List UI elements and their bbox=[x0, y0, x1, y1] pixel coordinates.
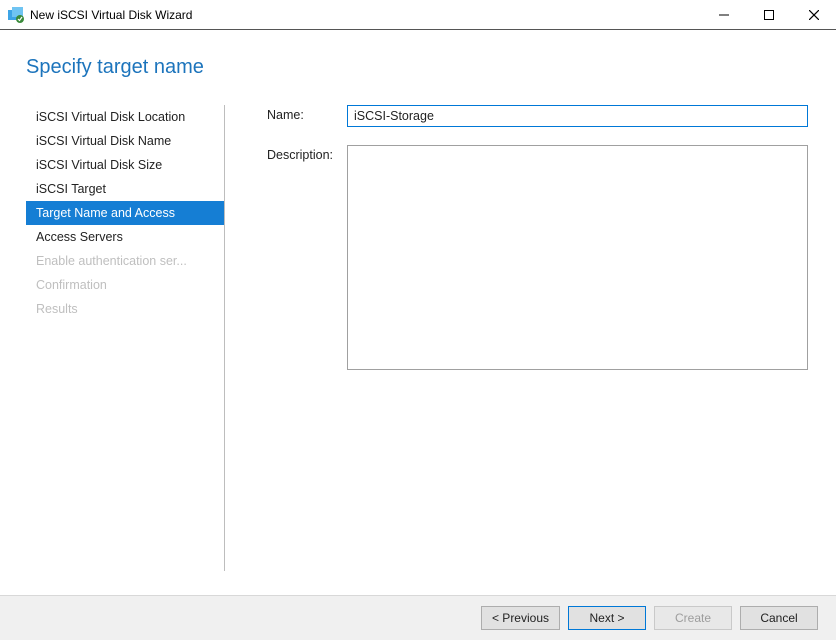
step-confirmation: Confirmation bbox=[26, 273, 224, 297]
description-label: Description: bbox=[267, 145, 347, 162]
minimize-button[interactable] bbox=[701, 0, 746, 30]
body: iSCSI Virtual Disk Location iSCSI Virtua… bbox=[0, 79, 836, 571]
app-icon bbox=[8, 7, 24, 23]
create-button: Create bbox=[654, 606, 732, 630]
description-textarea[interactable] bbox=[347, 145, 808, 370]
name-input[interactable] bbox=[347, 105, 808, 127]
name-label: Name: bbox=[267, 105, 347, 122]
page-title: Specify target name bbox=[0, 30, 836, 79]
titlebar: New iSCSI Virtual Disk Wizard bbox=[0, 0, 836, 30]
step-disk-location[interactable]: iSCSI Virtual Disk Location bbox=[26, 105, 224, 129]
footer: < Previous Next > Create Cancel bbox=[0, 595, 836, 640]
form-area: Name: Description: bbox=[225, 105, 808, 571]
wizard-steps-sidebar: iSCSI Virtual Disk Location iSCSI Virtua… bbox=[26, 105, 225, 571]
window-title: New iSCSI Virtual Disk Wizard bbox=[30, 8, 192, 22]
close-button[interactable] bbox=[791, 0, 836, 30]
previous-button[interactable]: < Previous bbox=[481, 606, 560, 630]
step-target-name[interactable]: Target Name and Access bbox=[26, 201, 224, 225]
maximize-button[interactable] bbox=[746, 0, 791, 30]
step-authentication: Enable authentication ser... bbox=[26, 249, 224, 273]
cancel-button[interactable]: Cancel bbox=[740, 606, 818, 630]
step-disk-name[interactable]: iSCSI Virtual Disk Name bbox=[26, 129, 224, 153]
next-button[interactable]: Next > bbox=[568, 606, 646, 630]
step-results: Results bbox=[26, 297, 224, 321]
step-access-servers[interactable]: Access Servers bbox=[26, 225, 224, 249]
step-iscsi-target[interactable]: iSCSI Target bbox=[26, 177, 224, 201]
step-disk-size[interactable]: iSCSI Virtual Disk Size bbox=[26, 153, 224, 177]
